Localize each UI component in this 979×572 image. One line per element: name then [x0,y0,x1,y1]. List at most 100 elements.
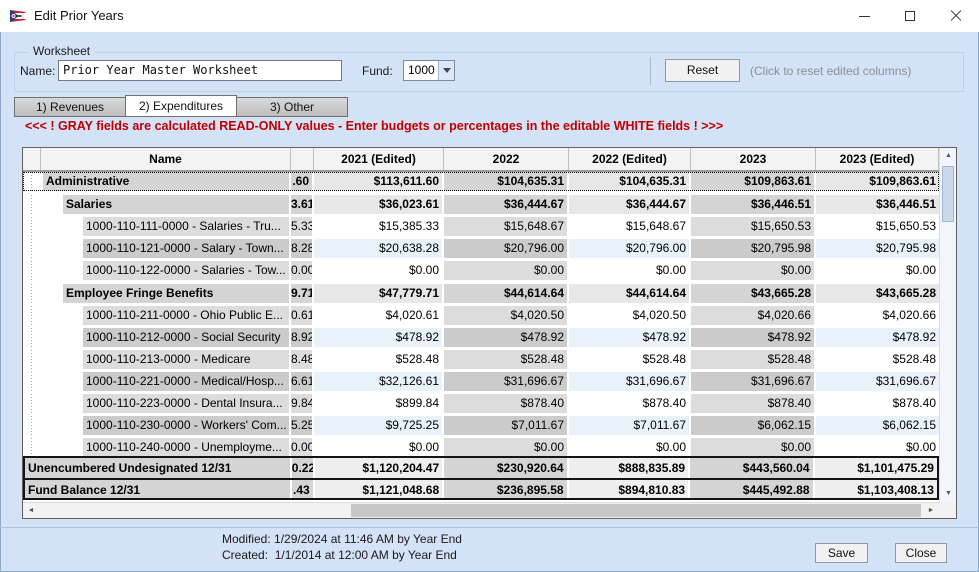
row-name-label: 1000-110-230-0000 - Workers' Com... [83,416,289,435]
readonly-cell: $44,614.64 [444,284,567,303]
editable-cell[interactable]: $47,779.71 [314,284,442,303]
scroll-up-icon[interactable]: ▲ [940,148,957,164]
fund-dropdown-button[interactable] [438,61,454,80]
reset-button[interactable]: Reset [665,59,740,82]
titlebar: Edit Prior Years [0,0,979,32]
worksheet-name-input[interactable]: Prior Year Master Worksheet [58,60,342,81]
editable-cell[interactable]: $109,863.61 [816,172,939,191]
editable-cell[interactable]: $888,835.89 [569,458,688,478]
tab-expenditures[interactable]: 2) Expenditures [125,95,237,117]
editable-cell[interactable]: $0.00 [816,438,939,457]
editable-cell[interactable]: $36,023.61 [314,195,442,214]
table-row[interactable]: 1000-110-223-0000 - Dental Insura...9.84… [23,394,939,413]
editable-cell[interactable]: $878.40 [569,394,689,413]
tab-other[interactable]: 3) Other [236,97,348,117]
grid-header-col[interactable]: 2022 [444,148,569,170]
editable-cell[interactable]: $20,795.98 [816,239,939,258]
horizontal-scroll-thumb[interactable] [351,504,921,517]
editable-cell[interactable]: $878.40 [816,394,939,413]
editable-cell[interactable]: $4,020.66 [816,306,939,325]
editable-cell[interactable]: $4,020.50 [569,306,689,325]
editable-cell[interactable]: $113,611.60 [314,172,442,191]
grid-header-name[interactable]: Name [41,148,291,170]
vertical-scrollbar[interactable]: ▲ ▼ [939,148,956,502]
editable-cell[interactable]: $1,101,475.29 [815,458,937,478]
grid-header-partial[interactable] [291,148,314,170]
editable-cell[interactable]: $528.48 [314,350,442,369]
editable-cell[interactable]: $104,635.31 [569,172,689,191]
editable-cell[interactable]: $0.00 [816,261,939,280]
readonly-cell: $104,635.31 [444,172,567,191]
table-row[interactable]: 1000-110-111-0000 - Salaries - Tru...5.3… [23,217,939,236]
table-row[interactable]: 1000-110-211-0000 - Ohio Public E...0.61… [23,306,939,325]
summary-row[interactable]: Fund Balance 12/31.43$1,121,048.68$236,8… [25,478,937,498]
grid-header-selector [23,148,41,170]
readonly-cell: $0.00 [444,261,567,280]
table-row[interactable]: 1000-110-212-0000 - Social Security8.92$… [23,328,939,347]
grid-header-col[interactable]: 2023 [691,148,816,170]
row-name-label: 1000-110-221-0000 - Medical/Hosp... [83,372,289,391]
editable-cell[interactable]: $899.84 [314,394,442,413]
table-row[interactable]: 1000-110-240-0000 - Unemployme...0.00$0.… [23,438,939,457]
table-row[interactable]: 1000-110-122-0000 - Salaries - Tow...0.0… [23,261,939,280]
reset-hint-text: (Click to reset edited columns) [750,64,911,78]
editable-cell[interactable]: $15,385.33 [314,217,442,236]
editable-cell[interactable]: $7,011.67 [569,416,689,435]
editable-cell[interactable]: $0.00 [569,261,689,280]
editable-cell[interactable]: $43,665.28 [816,284,939,303]
editable-cell[interactable]: $1,121,048.68 [315,480,442,498]
fund-select[interactable]: 1000 [403,60,455,81]
editable-cell[interactable]: $44,614.64 [569,284,689,303]
readonly-cell: 0.61 [291,306,312,325]
grid-header-col[interactable]: 2023 (Edited) [816,148,939,170]
editable-cell[interactable]: $36,444.67 [569,195,689,214]
close-dialog-button[interactable]: Close [895,543,947,563]
vertical-scroll-thumb[interactable] [942,166,954,222]
maximize-button[interactable] [887,0,933,32]
table-row[interactable]: 1000-110-121-0000 - Salary - Town...8.28… [23,239,939,258]
editable-cell[interactable]: $0.00 [569,438,689,457]
scroll-left-icon[interactable]: ◄ [23,503,39,519]
grid-header-col[interactable]: 2022 (Edited) [569,148,691,170]
editable-cell[interactable]: $6,062.15 [816,416,939,435]
save-button[interactable]: Save [815,543,868,563]
readonly-cell: $528.48 [691,350,814,369]
table-row[interactable]: Administrative.60$113,611.60$104,635.31$… [23,172,939,191]
close-button[interactable] [933,0,979,32]
grid-header-col[interactable]: 2021 (Edited) [314,148,444,170]
editable-cell[interactable]: $478.92 [569,328,689,347]
editable-cell[interactable]: $32,126.61 [314,372,442,391]
editable-cell[interactable]: $15,650.53 [816,217,939,236]
editable-cell[interactable]: $20,638.28 [314,239,442,258]
editable-cell[interactable]: $894,810.83 [569,480,688,498]
horizontal-scrollbar[interactable]: ◄ ► [23,502,939,518]
row-name-label: Administrative [43,172,289,191]
summary-row[interactable]: Unencumbered Undesignated 12/310.22$1,12… [25,458,937,478]
scroll-right-icon[interactable]: ► [923,503,939,519]
readonly-cell: $478.92 [444,328,567,347]
editable-cell[interactable]: $36,446.51 [816,195,939,214]
table-row[interactable]: 1000-110-230-0000 - Workers' Com...5.25$… [23,416,939,435]
table-row[interactable]: Salaries3.61$36,023.61$36,444.67$36,444.… [23,195,939,214]
editable-cell[interactable]: $1,120,204.47 [315,458,442,478]
tab-revenues[interactable]: 1) Revenues [14,97,126,117]
editable-cell[interactable]: $4,020.61 [314,306,442,325]
editable-cell[interactable]: $0.00 [314,261,442,280]
editable-cell[interactable]: $478.92 [314,328,442,347]
editable-cell[interactable]: $1,103,408.13 [815,480,937,498]
minimize-button[interactable] [841,0,887,32]
tree-indent [23,350,83,369]
editable-cell[interactable]: $31,696.67 [816,372,939,391]
editable-cell[interactable]: $0.00 [314,438,442,457]
table-row[interactable]: Employee Fringe Benefits9.71$47,779.71$4… [23,284,939,303]
editable-cell[interactable]: $478.92 [816,328,939,347]
scroll-down-icon[interactable]: ▼ [940,486,957,502]
editable-cell[interactable]: $31,696.67 [569,372,689,391]
editable-cell[interactable]: $9,725.25 [314,416,442,435]
editable-cell[interactable]: $528.48 [816,350,939,369]
editable-cell[interactable]: $20,796.00 [569,239,689,258]
editable-cell[interactable]: $15,648.67 [569,217,689,236]
table-row[interactable]: 1000-110-213-0000 - Medicare8.48$528.48$… [23,350,939,369]
editable-cell[interactable]: $528.48 [569,350,689,369]
table-row[interactable]: 1000-110-221-0000 - Medical/Hosp...6.61$… [23,372,939,391]
